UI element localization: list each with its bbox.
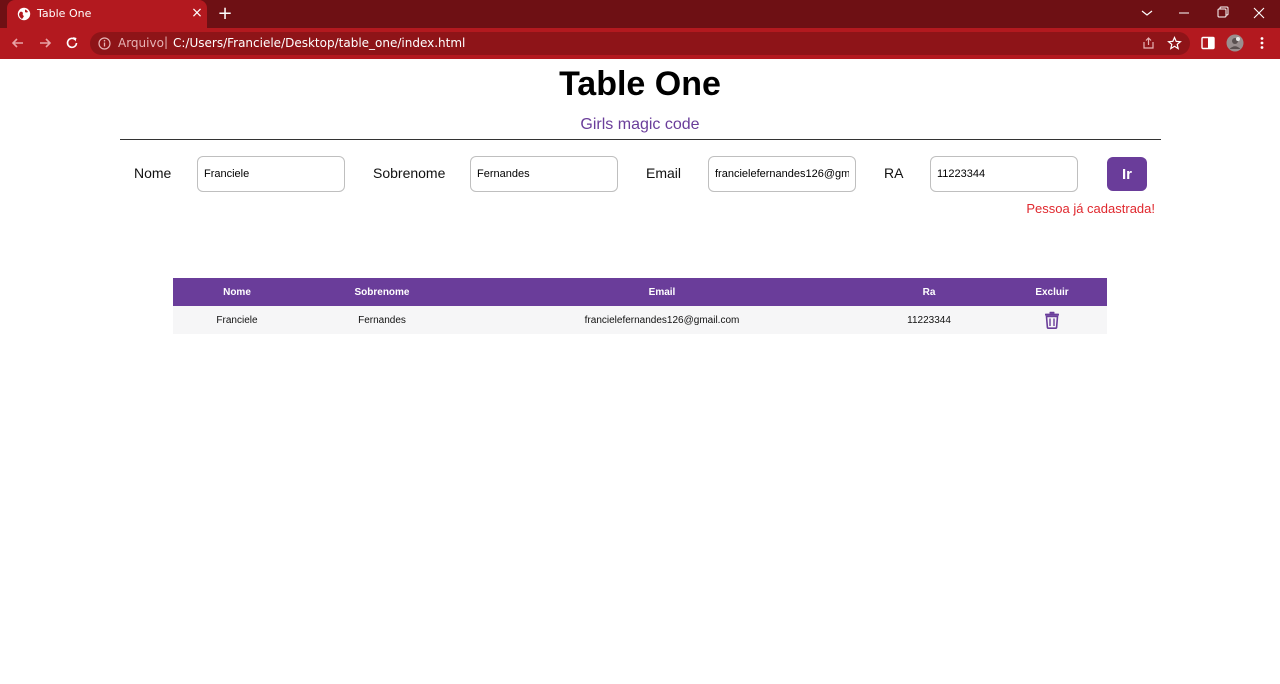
side-panel-icon[interactable] — [1200, 35, 1216, 51]
globe-icon — [17, 7, 31, 21]
browser-tabbar: Table One × + — [0, 0, 1280, 28]
submit-button[interactable]: Ir — [1107, 157, 1147, 191]
trash-icon[interactable] — [1044, 311, 1060, 329]
cell-excluir — [997, 306, 1107, 334]
header-divider — [120, 139, 1161, 140]
share-icon[interactable] — [1141, 36, 1156, 51]
browser-toolbar: Arquivo | C:/Users/Franciele/Desktop/tab… — [0, 28, 1280, 59]
sobrenome-input[interactable] — [470, 156, 618, 192]
info-icon[interactable] — [98, 37, 111, 50]
header-excluir: Excluir — [1035, 286, 1069, 298]
tab-title: Table One — [37, 7, 92, 20]
cell-email: francielefernandes126@gmail.com — [584, 314, 740, 326]
tab-search-chevron-icon[interactable] — [1137, 4, 1157, 22]
address-bar[interactable]: Arquivo | C:/Users/Franciele/Desktop/tab… — [90, 32, 1190, 55]
table-header-row: Nome Sobrenome Email Ra Excluir — [173, 278, 1107, 306]
header-email: Email — [648, 286, 676, 298]
close-window-icon[interactable] — [1249, 4, 1269, 22]
ra-input[interactable] — [930, 156, 1078, 192]
url-text[interactable]: C:/Users/Franciele/Desktop/table_one/ind… — [173, 36, 465, 50]
header-nome: Nome — [223, 286, 251, 298]
minimize-icon[interactable] — [1174, 4, 1194, 22]
cell-sobrenome: Fernandes — [358, 314, 406, 326]
avatar[interactable] — [1226, 34, 1244, 52]
ra-label: RA — [884, 165, 904, 181]
star-icon[interactable] — [1167, 36, 1182, 51]
kebab-menu-icon[interactable] — [1254, 35, 1270, 51]
scheme-separator: | — [164, 35, 169, 49]
back-arrow-icon[interactable] — [9, 34, 27, 52]
email-label: Email — [646, 165, 682, 181]
new-tab-button[interactable]: + — [216, 5, 234, 23]
page-content: Table One Girls magic code Nome Sobrenom… — [0, 59, 1280, 684]
header-ra: Ra — [922, 286, 936, 298]
people-table: Nome Sobrenome Email Ra Excluir Franciel… — [173, 278, 1107, 334]
cell-nome: Franciele — [216, 314, 258, 326]
email-input[interactable] — [708, 156, 856, 192]
close-icon[interactable]: × — [190, 6, 204, 20]
browser-tab[interactable]: Table One × — [7, 0, 207, 28]
restore-icon[interactable] — [1212, 4, 1232, 22]
scheme-label: Arquivo — [118, 36, 164, 50]
page-subtitle: Girls magic code — [580, 116, 700, 133]
table-row: Franciele Fernandes francielefernandes12… — [173, 306, 1107, 334]
nome-label: Nome — [134, 165, 172, 181]
cell-ra: 11223344 — [907, 314, 951, 326]
nome-input[interactable] — [197, 156, 345, 192]
reload-icon[interactable] — [63, 34, 81, 52]
page-title: Table One — [559, 65, 721, 103]
sobrenome-label: Sobrenome — [373, 165, 446, 181]
error-message: Pessoa já cadastrada! — [1026, 201, 1155, 216]
header-sobrenome: Sobrenome — [354, 286, 410, 298]
forward-arrow-icon[interactable] — [36, 34, 54, 52]
